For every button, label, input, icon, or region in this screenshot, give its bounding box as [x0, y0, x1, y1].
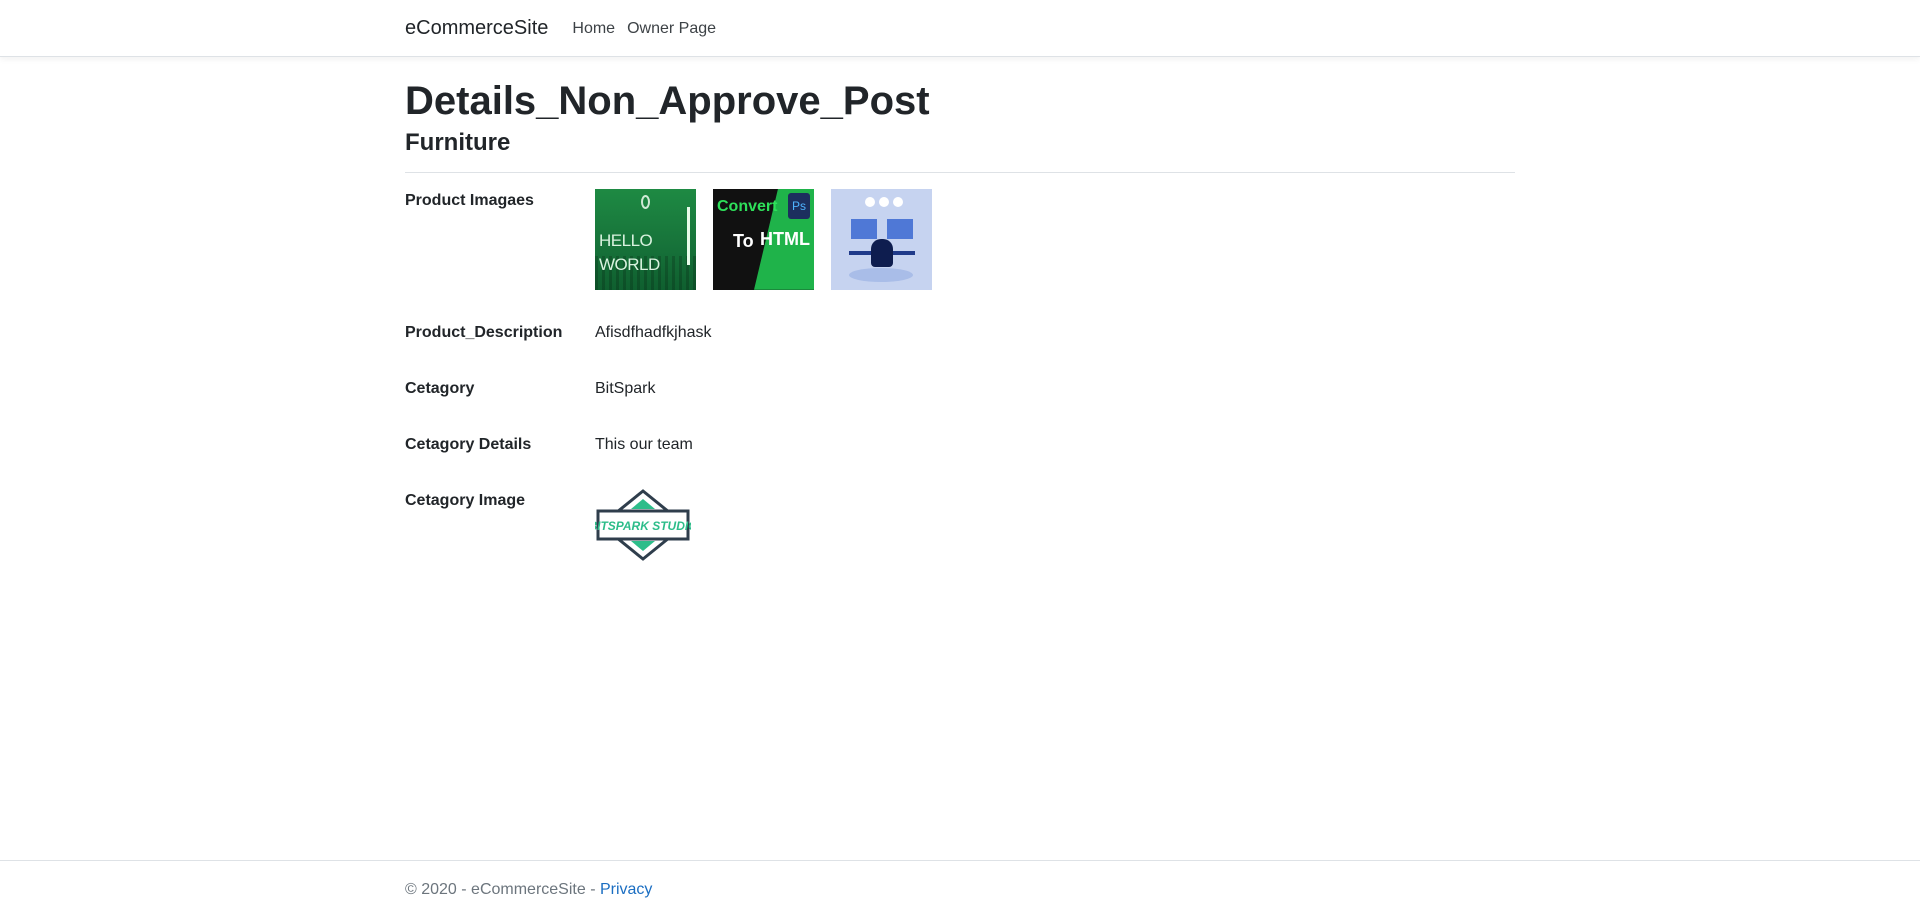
category-image: BITSPARK STUDIO [588, 488, 698, 569]
footer-container: © 2020 - eCommerceSite - Privacy [405, 861, 1515, 899]
page-title: Details_Non_Approve_Post [405, 79, 930, 123]
mouse-icon [641, 194, 650, 209]
nav-link-home[interactable]: Home [572, 20, 615, 38]
product-description-row: Product_Description Afisdfhadfkjhask [405, 321, 1515, 377]
main-content: Details_Non_Approve_Post Furniture Produ… [405, 77, 1515, 569]
category-value: BitSpark [595, 379, 656, 397]
footer-copyright: © 2020 - eCommerceSite - [405, 881, 600, 898]
brand-link[interactable]: eCommerceSite [405, 17, 548, 40]
cursor-bar [687, 206, 690, 265]
top-navbar: eCommerceSite Home Owner Page [0, 0, 1920, 57]
navbar-container: eCommerceSite Home Owner Page [405, 0, 1515, 57]
product-image-developer-desk [831, 188, 932, 290]
photoshop-icon: Ps [788, 192, 810, 219]
person-icon [871, 238, 893, 267]
floor-shadow [849, 267, 913, 282]
category-image-row: Cetagory Image BITSPARK STUDIO [405, 488, 1515, 569]
hello-world-text: HELLO WORLD [599, 230, 660, 274]
category-label: Cetagory [405, 379, 475, 397]
page-subtitle: Furniture [405, 129, 511, 156]
nav-link-owner-page[interactable]: Owner Page [627, 20, 716, 38]
monitor-left-icon [851, 218, 877, 239]
chat-bubbles-icon [865, 196, 903, 207]
product-image-convert-to-html: Convert Ps To HTML [713, 188, 814, 290]
bitspark-logo-icon: BITSPARK STUDIO [588, 488, 698, 561]
convert-text: Convert [717, 197, 778, 215]
product-description-label: Product_Description [405, 323, 563, 341]
product-images-row: Product Imagaes HELLO WORLD Convert Ps T… [405, 188, 1515, 321]
product-images-label: Product Imagaes [405, 191, 534, 209]
category-image-label: Cetagory Image [405, 491, 526, 509]
category-details-label: Cetagory Details [405, 435, 532, 453]
html-text: HTML [760, 228, 810, 249]
divider [405, 171, 1515, 173]
category-details-value: This our team [595, 435, 693, 453]
svg-text:BITSPARK STUDIO: BITSPARK STUDIO [595, 519, 691, 533]
category-details-row: Cetagory Details This our team [405, 433, 1515, 489]
footer: © 2020 - eCommerceSite - Privacy [0, 860, 1920, 921]
category-row: Cetagory BitSpark [405, 377, 1515, 433]
to-text: To [733, 230, 754, 251]
monitor-right-icon [887, 218, 913, 239]
privacy-link[interactable]: Privacy [600, 881, 652, 898]
product-description-value: Afisdfhadfkjhask [595, 323, 712, 341]
product-images-list: HELLO WORLD Convert Ps To HTML [595, 188, 932, 290]
product-image-hello-world: HELLO WORLD [595, 188, 696, 290]
